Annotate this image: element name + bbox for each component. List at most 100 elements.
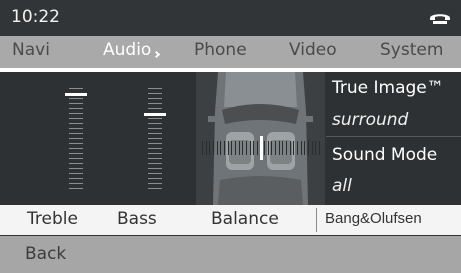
balance-tick: [304, 141, 305, 155]
slider-tick: [148, 88, 162, 89]
slider-tick: [69, 138, 83, 139]
softkey-balance[interactable]: Balance: [211, 209, 279, 229]
slider-tick: [148, 163, 162, 164]
balance-tick: [246, 141, 247, 155]
balance-tick: [286, 141, 287, 155]
softkey-bang-olufsen[interactable]: Bang&Olufsen: [325, 210, 422, 227]
slider-tick: [148, 153, 162, 154]
balance-tick: [264, 141, 265, 155]
balance-tick: [213, 141, 214, 155]
slider-tick: [69, 163, 83, 164]
balance-tick: [242, 141, 243, 155]
slider-tick: [69, 123, 83, 124]
balance-tick: [209, 141, 210, 155]
menu-item-label: Audio: [103, 40, 152, 60]
softkey-bar: Treble Bass Balance Bang&Olufsen: [0, 205, 461, 235]
slider-tick: [148, 178, 162, 179]
treble-slider-knob[interactable]: [65, 93, 87, 96]
softkey-bass[interactable]: Bass: [117, 209, 157, 229]
true-image-option[interactable]: True Image™: [332, 78, 444, 98]
balance-tick: [282, 141, 283, 155]
submenu-caret-icon: [153, 50, 161, 59]
phone-handset-icon: [430, 14, 450, 24]
slider-tick: [69, 103, 83, 104]
slider-tick: [69, 183, 83, 184]
slider-tick: [69, 148, 83, 149]
softkey-divider: [316, 208, 317, 232]
slider-tick: [69, 143, 83, 144]
menu-item-system[interactable]: System: [380, 40, 443, 60]
balance-tick: [231, 141, 232, 155]
slider-tick: [69, 158, 83, 159]
balance-tick: [220, 141, 221, 155]
slider-tick: [148, 123, 162, 124]
softkey-treble[interactable]: Treble: [27, 209, 78, 229]
slider-tick: [69, 168, 83, 169]
slider-tick: [148, 118, 162, 119]
slider-tick: [148, 133, 162, 134]
sound-options-list: True Image™ surround Sound Mode all: [320, 72, 461, 205]
slider-tick: [148, 183, 162, 184]
balance-tick: [253, 141, 254, 155]
main-menu-bar: Navi Audio Phone Video System: [0, 36, 461, 68]
balance-car-view[interactable]: [196, 72, 325, 205]
balance-tick: [275, 141, 276, 155]
balance-tick: [224, 141, 225, 155]
slider-tick: [69, 88, 83, 89]
balance-tick: [271, 141, 272, 155]
slider-tick: [69, 128, 83, 129]
menu-item-label: Phone: [194, 40, 247, 60]
bass-slider-knob[interactable]: [144, 113, 166, 116]
slider-tick: [148, 108, 162, 109]
back-button[interactable]: Back: [25, 244, 66, 264]
balance-tick: [312, 141, 313, 155]
balance-tick: [257, 141, 258, 155]
slider-tick: [69, 133, 83, 134]
true-image-value: surround: [332, 110, 409, 130]
slider-tick: [69, 173, 83, 174]
menu-item-navi[interactable]: Navi: [12, 40, 50, 60]
bass-slider[interactable]: [144, 88, 166, 189]
treble-slider[interactable]: [65, 88, 87, 189]
balance-tick: [250, 141, 251, 155]
menu-item-video[interactable]: Video: [289, 40, 337, 60]
slider-tick: [148, 138, 162, 139]
sound-settings-panel: True Image™ surround Sound Mode all: [0, 72, 461, 205]
menu-item-label: Video: [289, 40, 337, 60]
balance-tick: [268, 141, 269, 155]
sound-mode-value: all: [332, 176, 352, 196]
menu-item-phone[interactable]: Phone: [194, 40, 247, 60]
status-bar: 10:22: [0, 0, 461, 36]
balance-tick: [228, 141, 229, 155]
slider-tick: [148, 173, 162, 174]
clock: 10:22: [11, 7, 60, 27]
slider-tick: [69, 98, 83, 99]
balance-tick: [301, 141, 302, 155]
slider-tick: [148, 158, 162, 159]
balance-tick: [308, 141, 309, 155]
slider-tick: [69, 188, 83, 189]
balance-tick: [217, 141, 218, 155]
slider-tick: [69, 113, 83, 114]
slider-tick: [69, 108, 83, 109]
menu-item-audio[interactable]: Audio: [103, 40, 161, 60]
balance-scale: [202, 136, 320, 160]
slider-tick: [148, 93, 162, 94]
menu-item-label: Navi: [12, 40, 50, 60]
balance-tick: [239, 141, 240, 155]
balance-tick: [202, 141, 203, 155]
slider-tick: [69, 178, 83, 179]
slider-tick: [148, 128, 162, 129]
balance-tick: [290, 141, 291, 155]
menu-item-label: System: [380, 40, 444, 60]
balance-tick: [293, 141, 294, 155]
slider-tick: [148, 168, 162, 169]
balance-knob[interactable]: [260, 136, 263, 160]
balance-tick: [206, 141, 207, 155]
slider-tick: [148, 98, 162, 99]
balance-tick: [297, 141, 298, 155]
back-bar[interactable]: Back: [0, 236, 461, 273]
sound-mode-option[interactable]: Sound Mode: [332, 145, 437, 165]
slider-tick: [148, 148, 162, 149]
slider-tick: [148, 103, 162, 104]
